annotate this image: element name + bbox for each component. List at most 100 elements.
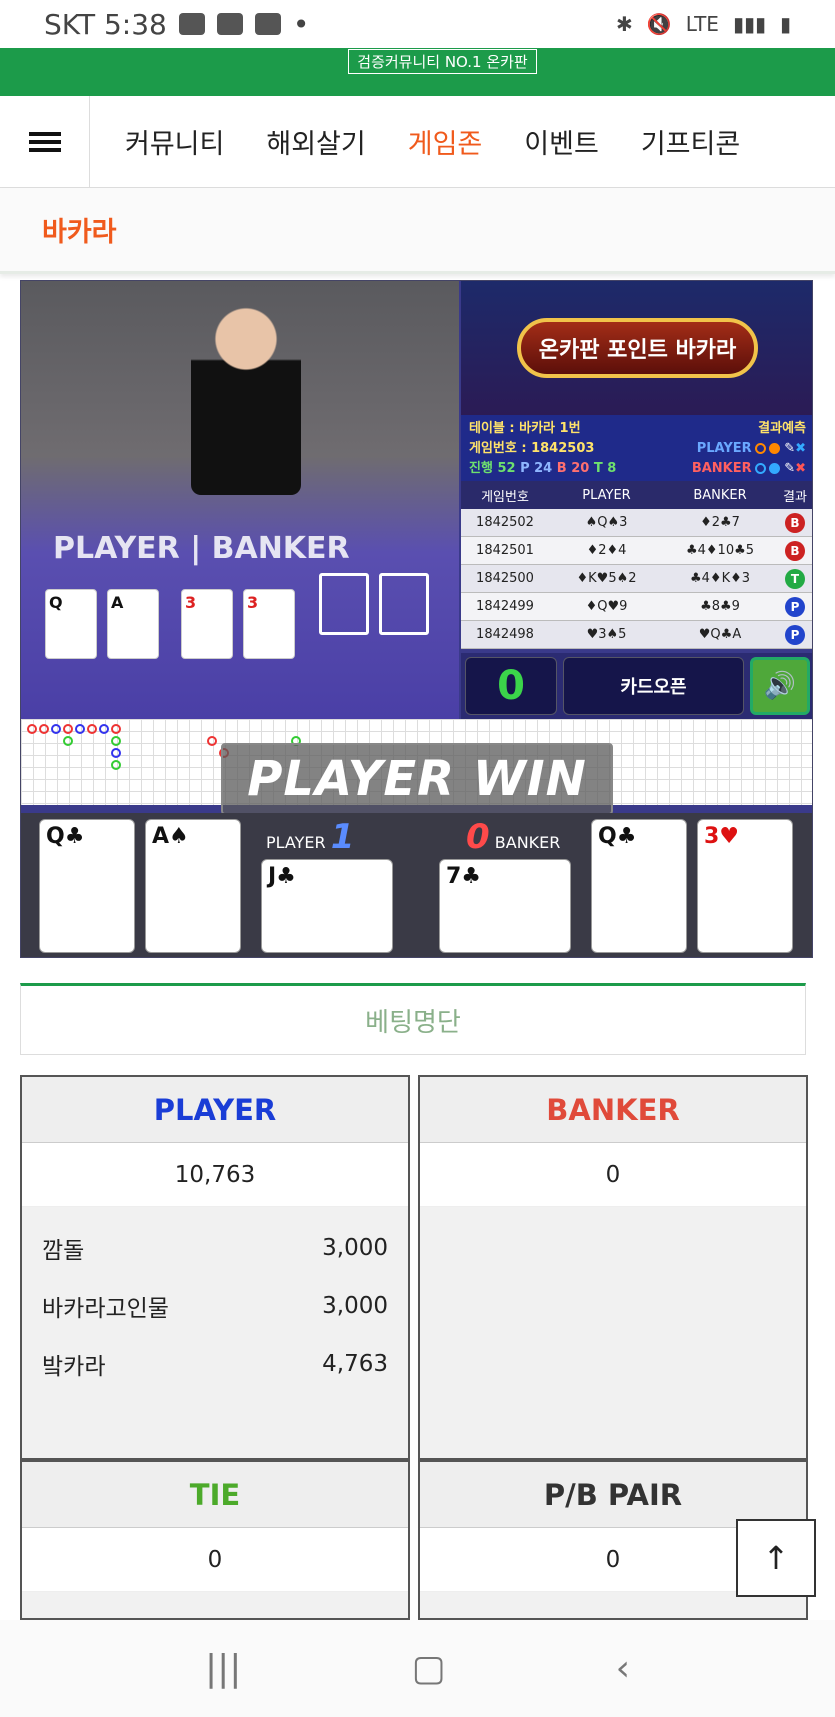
road-mark	[51, 724, 61, 734]
history-player: ♥3♠5	[586, 627, 627, 642]
player-bet-total: 10,763	[22, 1143, 408, 1207]
road-mark	[111, 724, 121, 734]
notification-icon	[178, 13, 205, 35]
result-badge: B	[785, 512, 805, 533]
history-player: ♦2♦4	[586, 543, 627, 558]
road-mark	[63, 736, 73, 746]
promo-banner: 온카판 포인트 바카라	[461, 281, 812, 415]
play-store-icon	[254, 13, 281, 35]
page-title: 바카라	[0, 188, 835, 274]
history-row: 1842498 ♥3♠5 ♥Q♣A P	[461, 621, 812, 649]
menu-icon[interactable]	[0, 95, 90, 188]
history-row: 1842502 ♠Q♠3 ♦2♣7 B	[461, 509, 812, 537]
tie-count: T 8	[593, 461, 617, 476]
history-banker: ♦2♣7	[700, 515, 740, 530]
player-score-area: PLAYER 1	[266, 817, 354, 857]
history-row: 1842500 ♦K♥5♠2 ♣4♦K♦3 T	[461, 565, 812, 593]
round-number: 게임번호 : 1842503	[469, 441, 595, 456]
road-mark	[111, 736, 121, 746]
history-banker: ♣4♦K♦3	[689, 571, 751, 586]
back-icon[interactable]: ‹	[616, 1648, 630, 1689]
road-mark	[63, 724, 73, 734]
card-open-button[interactable]: 카드오픈	[563, 657, 744, 715]
prediction-pen-icon: ✎	[784, 461, 796, 476]
prediction-player-label: PLAYER	[696, 441, 752, 456]
logo-subtitle[interactable]: 검증커뮤니티 NO.1 온카판	[348, 49, 537, 74]
history-banker: ♥Q♣A	[698, 627, 742, 642]
banker-count: B 20	[556, 461, 590, 476]
table-info: 테이블 : 바카라 1번 결과예측 게임번호 : 1842503 PLAYER …	[461, 415, 812, 481]
dealer-image	[191, 295, 301, 495]
dealt-cards: Q♣ A♠ J♣ PLAYER 1 0 BANKER 7♣ Q♣ 3♥	[21, 813, 812, 957]
result-badge: T	[785, 568, 805, 589]
countdown-display: 0	[465, 657, 557, 715]
result-banner: PLAYER WIN	[221, 743, 613, 815]
bettor-name: 깜돌	[42, 1238, 85, 1264]
nav-item-community[interactable]: 커뮤니티	[104, 122, 245, 161]
table-name: 테이블 : 바카라 1번	[469, 421, 581, 436]
road-mark	[99, 724, 109, 734]
mute-icon: 🔇	[646, 12, 672, 36]
site-header: 검증커뮤니티 NO.1 온카판	[0, 48, 835, 96]
road-mark	[27, 724, 37, 734]
history-banker: ♣4♦10♣5	[685, 543, 755, 558]
road-mark	[39, 724, 49, 734]
history-header: 게임번호 PLAYER BANKER 결과	[461, 481, 812, 509]
road-mark	[207, 736, 217, 746]
history-row: 1842499 ♦Q♥9 ♣8♣9 P	[461, 593, 812, 621]
history-col-player: PLAYER	[582, 487, 631, 503]
sound-icon[interactable]: 🔊	[750, 657, 810, 715]
nav-item-abroad[interactable]: 해외살기	[245, 122, 386, 161]
empty-card-slot	[319, 573, 369, 635]
banker-card: Q♣	[591, 819, 687, 953]
history-id: 1842502	[476, 515, 534, 530]
banker-bet-label: BANKER	[420, 1077, 806, 1143]
result-badge: B	[785, 540, 805, 561]
network-label: LTE	[685, 12, 719, 36]
road-mark	[87, 724, 97, 734]
bet-entry: 바카라고인물 3,000	[42, 1277, 388, 1335]
history-col-banker: BANKER	[693, 487, 747, 503]
live-video: PLAYER | BANKER Q A 3 3	[21, 281, 459, 719]
tie-bet-total: 0	[22, 1528, 408, 1592]
road-mark	[75, 724, 85, 734]
bet-amount: 3,000	[322, 1235, 388, 1261]
table-card: 3	[181, 589, 233, 659]
battery-icon: ▮	[779, 12, 791, 36]
nav-item-gifticon[interactable]: 기프티콘	[620, 122, 761, 161]
tie-bet-panel: TIE 0	[20, 1460, 410, 1620]
prediction-x-icon: ✖	[795, 461, 806, 476]
system-navbar: ||| ▢ ‹	[0, 1620, 835, 1717]
status-bar: SKT 5:38 • ✱ 🔇 LTE ▮▮▮ ▮	[0, 0, 835, 48]
bettor-name: 바카라고인물	[42, 1296, 169, 1322]
nav-item-event[interactable]: 이벤트	[503, 122, 620, 161]
home-icon[interactable]: ▢	[411, 1648, 445, 1689]
banker-card: 7♣	[439, 859, 571, 953]
player-card: J♣	[261, 859, 393, 953]
history-id: 1842501	[476, 543, 534, 558]
bet-entry: 깜돌 3,000	[42, 1219, 388, 1277]
table-card: Q	[45, 589, 97, 659]
recent-apps-icon[interactable]: |||	[205, 1648, 241, 1689]
prediction-dot	[754, 463, 766, 474]
prediction-dot	[754, 443, 766, 454]
banker-bet-total: 0	[420, 1143, 806, 1207]
prediction-dot	[768, 463, 780, 474]
history-id: 1842500	[476, 571, 534, 586]
table-card: 3	[243, 589, 295, 659]
prediction-banker-label: BANKER	[691, 461, 752, 476]
youtube-icon	[216, 13, 243, 35]
history-player: ♦Q♥9	[585, 599, 628, 614]
bet-amount: 3,000	[322, 1293, 388, 1319]
status-time: SKT 5:38	[44, 7, 167, 41]
road-mark	[111, 760, 121, 770]
banker-card: 3♥	[697, 819, 793, 953]
result-badge: P	[785, 596, 805, 617]
nav-item-gamezone[interactable]: 게임존	[387, 122, 504, 161]
history-col-id: 게임번호	[481, 489, 529, 505]
bettor-name: 밬카라	[42, 1354, 106, 1380]
history-col-result: 결과	[783, 489, 807, 505]
scroll-top-icon[interactable]: ↑	[736, 1519, 816, 1597]
history-row: 1842501 ♦2♦4 ♣4♦10♣5 B	[461, 537, 812, 565]
player-count: P 24	[520, 461, 553, 476]
